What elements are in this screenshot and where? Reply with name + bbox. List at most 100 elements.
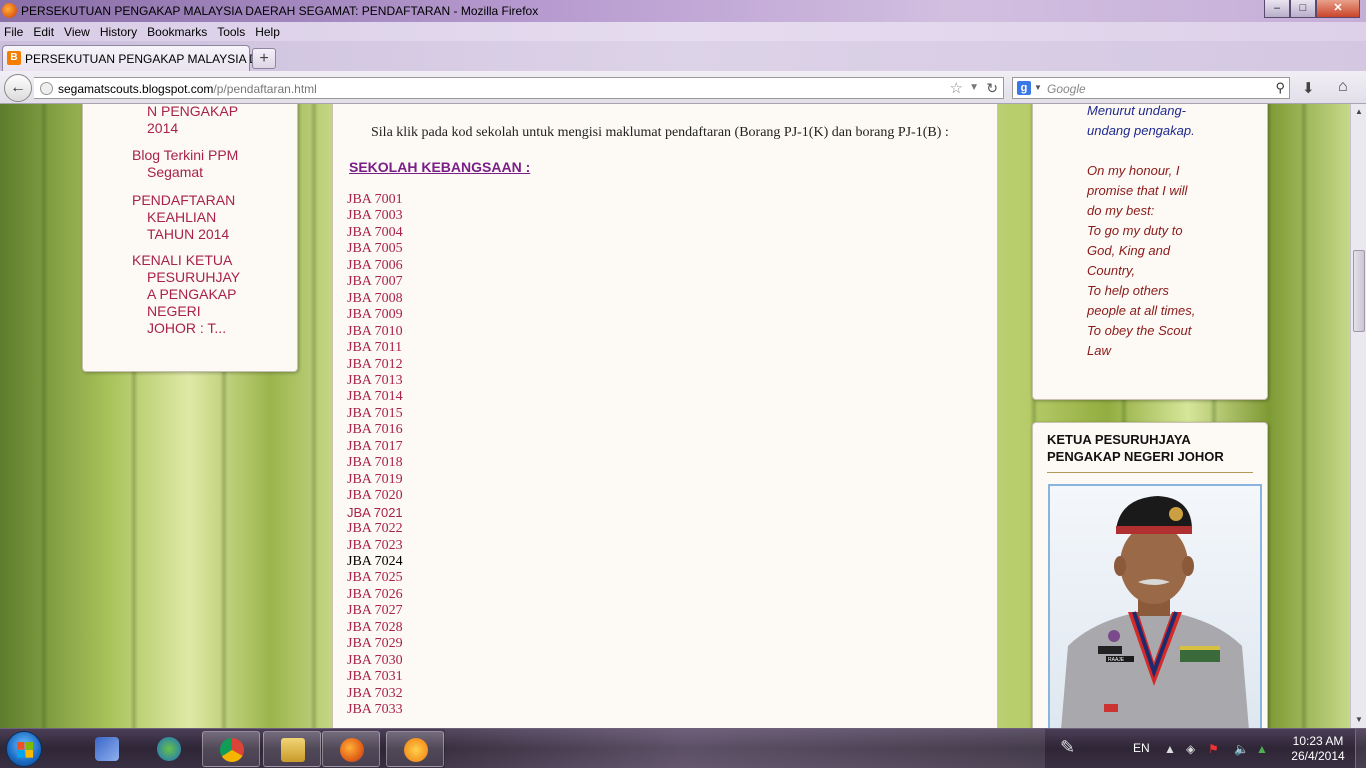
school-code-link[interactable]: JBA 7001 [347, 192, 403, 208]
school-code-link[interactable]: JBA 7009 [347, 307, 403, 323]
window-title: PERSEKUTUAN PENGAKAP MALAYSIA DAERAH SEG… [21, 4, 539, 18]
search-engine-dropdown-icon[interactable]: ▼ [1034, 83, 1042, 92]
school-code-link[interactable]: JBA 7018 [347, 455, 403, 471]
sidebar-link-pengakap[interactable]: N PENGAKAP 2014 [132, 104, 282, 137]
google-icon[interactable]: g [1017, 81, 1031, 95]
scroll-thumb[interactable] [1353, 250, 1365, 332]
drive-sync-icon[interactable]: ▲ [1256, 742, 1268, 756]
school-code-link[interactable]: JBA 7016 [347, 422, 403, 438]
school-code-link[interactable]: JBA 7014 [347, 389, 403, 405]
security-flag-icon[interactable]: ⚑ [1208, 742, 1219, 756]
language-indicator[interactable]: EN [1133, 741, 1150, 755]
school-code-link[interactable]: JBA 7023 [347, 538, 403, 554]
back-button[interactable]: ← [4, 74, 32, 102]
home-icon[interactable]: ⌂ [1338, 78, 1348, 96]
school-code-link[interactable]: JBA 7022 [347, 521, 403, 537]
school-code-link[interactable]: JBA 7015 [347, 406, 403, 422]
svg-text:RAAJE: RAAJE [1108, 657, 1125, 663]
sidebar-link-kenali-ketua[interactable]: KENALI KETUA PESURUHJAY A PENGAKAP NEGER… [132, 252, 282, 337]
widget-title: KETUA PESURUHJAYA PENGAKAP NEGERI JOHOR [1047, 432, 1224, 464]
school-code-link[interactable]: JBA 7012 [347, 357, 403, 373]
commissioner-photo[interactable]: RAAJE [1048, 484, 1262, 728]
page-scrollbar[interactable]: ▲ ▼ [1350, 104, 1366, 728]
search-bar[interactable]: g ▼ Google ⚲ [1012, 77, 1290, 99]
close-button[interactable]: ✕ [1316, 0, 1360, 18]
sidebar-link-blog-terkini[interactable]: Blog Terkini PPM Segamat [132, 147, 282, 181]
school-code-link[interactable]: JBA 7020 [347, 488, 403, 504]
menu-file[interactable]: File [4, 25, 23, 39]
scroll-down-arrow-icon[interactable]: ▼ [1351, 712, 1366, 728]
search-icon[interactable]: ⚲ [1275, 80, 1285, 96]
firefox-icon [2, 3, 17, 18]
menu-bar: File Edit View History Bookmarks Tools H… [0, 22, 1366, 41]
volume-icon[interactable]: 🔈 [1234, 742, 1249, 756]
network-icon[interactable]: ◈ [1186, 742, 1195, 756]
windows-taskbar: ✎ EN ▲ ◈ ⚑ 🔈 ▲ 10:23 AM 26/4/2014 [0, 728, 1366, 768]
promise-line: Country, [1087, 263, 1136, 278]
tab-title: PERSEKUTUAN PENGAKAP MALAYSIA D... [25, 52, 268, 66]
school-code-list: JBA 7001 JBA 7003 JBA 7004 JBA 7005 JBA 7006… [347, 192, 403, 719]
school-code-link[interactable]: JBA 7027 [347, 603, 403, 619]
promise-line: To obey the Scout [1087, 323, 1192, 338]
blogger-icon: B [7, 51, 21, 65]
left-sidebar-widget: N PENGAKAP 2014 Blog Terkini PPM Segamat… [82, 104, 298, 372]
menu-tools[interactable]: Tools [217, 25, 245, 39]
school-code-link[interactable]: JBA 7026 [347, 587, 403, 603]
promise-line: promise that I will [1087, 183, 1188, 198]
school-code-link[interactable]: JBA 7033 [347, 702, 403, 718]
school-code-link[interactable]: JBA 7031 [347, 669, 403, 685]
scroll-up-arrow-icon[interactable]: ▲ [1351, 104, 1366, 120]
menu-edit[interactable]: Edit [33, 25, 54, 39]
promise-line: Menurut undang- [1087, 104, 1187, 118]
section-heading: SEKOLAH KEBANGSAAN : [349, 159, 531, 175]
search-input[interactable]: Google [1047, 82, 1086, 96]
clock-date: 26/4/2014 [1291, 749, 1345, 763]
school-code-link[interactable]: JBA 7032 [347, 686, 403, 702]
school-code-link[interactable]: JBA 7019 [347, 472, 403, 488]
menu-view[interactable]: View [64, 25, 90, 39]
school-code-link[interactable]: JBA 7005 [347, 241, 403, 257]
promise-line: Law [1087, 343, 1111, 358]
school-code-link[interactable]: JBA 7013 [347, 373, 403, 389]
maximize-button[interactable]: □ [1290, 0, 1316, 18]
show-hidden-icons-icon[interactable]: ▲ [1164, 742, 1176, 756]
school-code-link[interactable]: JBA 7004 [347, 225, 403, 241]
main-post: Sila klik pada kod sekolah untuk mengisi… [332, 104, 998, 728]
url-history-dropdown-icon[interactable]: ▼ [969, 82, 979, 93]
bookmark-star-icon[interactable]: ☆ [950, 79, 963, 97]
sidebar-link-pendaftaran-keahlian[interactable]: PENDAFTARAN KEAHLIAN TAHUN 2014 [132, 192, 282, 243]
promise-line: On my honour, I [1087, 163, 1180, 178]
navigation-bar: ← segamatscouts.blogspot.com/p/pendaftar… [0, 71, 1366, 104]
tab-pendaftaran[interactable]: B PERSEKUTUAN PENGAKAP MALAYSIA D... [2, 45, 268, 71]
scout-promise-widget: Menurut undang- undang pengakap. On my h… [1032, 104, 1268, 400]
show-desktop-button[interactable] [1355, 729, 1366, 768]
system-clock[interactable]: 10:23 AM 26/4/2014 [1286, 734, 1350, 764]
url-text[interactable]: segamatscouts.blogspot.com/p/pendaftaran… [58, 82, 317, 96]
menu-history[interactable]: History [100, 25, 137, 39]
promise-line: undang pengakap. [1087, 123, 1195, 138]
school-code-link[interactable]: JBA 7017 [347, 439, 403, 455]
school-code-link[interactable]: JBA 7008 [347, 291, 403, 307]
clock-time: 10:23 AM [1292, 734, 1344, 748]
school-code-link[interactable]: JBA 7007 [347, 274, 403, 290]
tab-bar: B PERSEKUTUAN PENGAKAP MALAYSIA D... + [0, 41, 1366, 71]
reload-icon[interactable]: ↻ [986, 80, 998, 97]
school-code-link[interactable]: JBA 7024 [347, 554, 403, 570]
minimize-button[interactable]: – [1264, 0, 1290, 18]
school-code-link[interactable]: JBA 7021 [347, 505, 403, 521]
menu-bookmarks[interactable]: Bookmarks [147, 25, 207, 39]
url-bar[interactable]: segamatscouts.blogspot.com/p/pendaftaran… [34, 77, 1004, 99]
promise-line: To help others [1087, 283, 1169, 298]
window-title-bar: PERSEKUTUAN PENGAKAP MALAYSIA DAERAH SEG… [0, 0, 1366, 22]
download-icon[interactable]: ⬇ [1302, 79, 1315, 97]
school-code-link[interactable]: JBA 7011 [347, 340, 403, 356]
school-code-link[interactable]: JBA 7029 [347, 636, 403, 652]
menu-help[interactable]: Help [255, 25, 280, 39]
school-code-link[interactable]: JBA 7030 [347, 653, 403, 669]
school-code-link[interactable]: JBA 7010 [347, 324, 403, 340]
school-code-link[interactable]: JBA 7003 [347, 208, 403, 224]
new-tab-button[interactable]: + [252, 48, 276, 69]
school-code-link[interactable]: JBA 7006 [347, 258, 403, 274]
school-code-link[interactable]: JBA 7025 [347, 570, 403, 586]
school-code-link[interactable]: JBA 7028 [347, 620, 403, 636]
